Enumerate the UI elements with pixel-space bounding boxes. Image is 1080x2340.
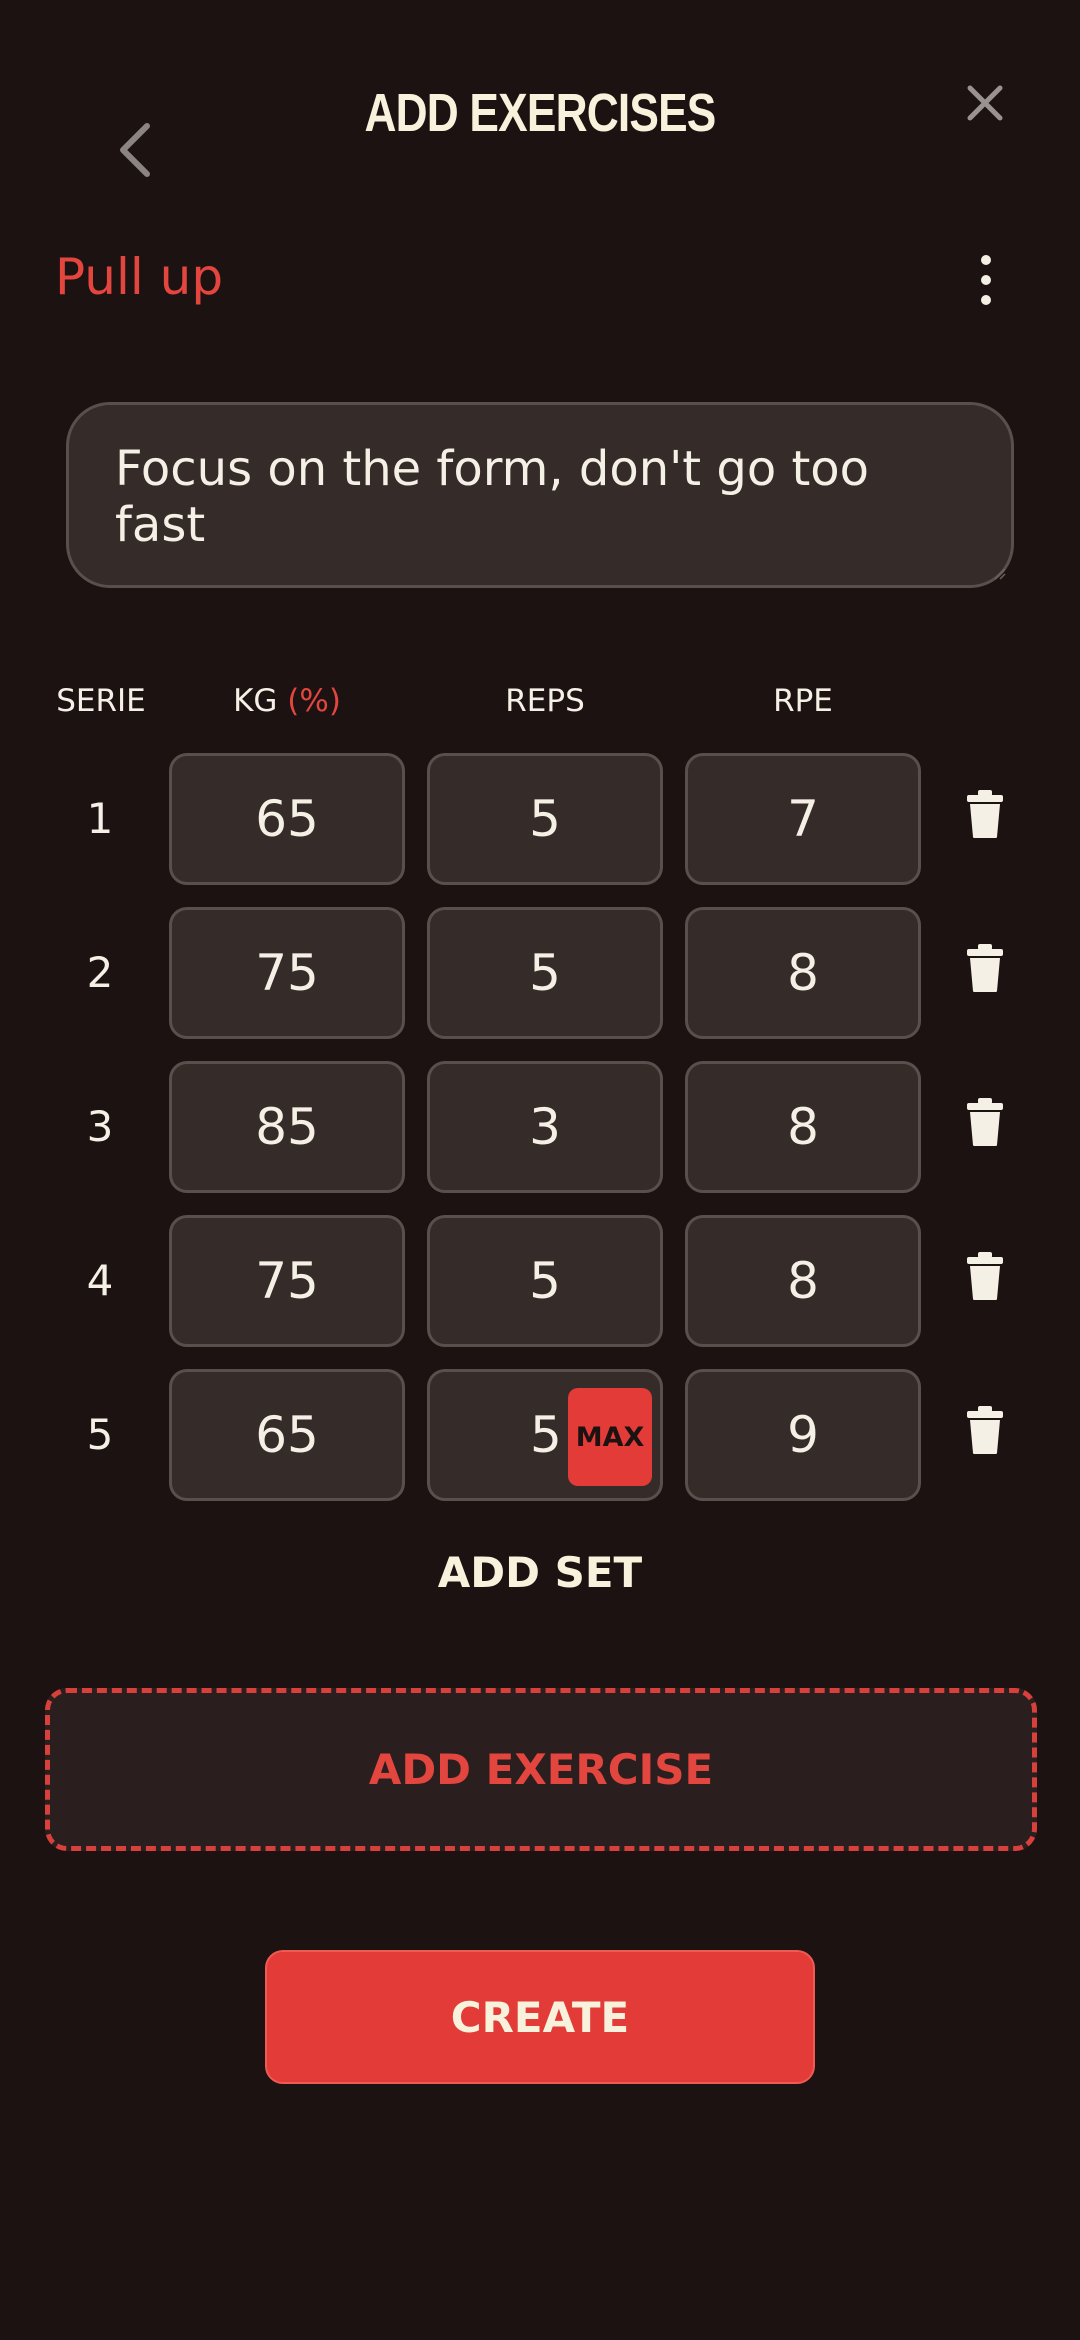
set-number: 1 [86,794,114,843]
set-row: 5 65 5 MAX 9 [0,1369,1080,1501]
more-options-button[interactable] [965,255,1007,305]
rpe-input[interactable]: 8 [685,1061,921,1193]
rpe-input[interactable]: 8 [685,907,921,1039]
reps-value: 5 [530,1406,562,1464]
trash-icon[interactable] [965,1405,1005,1455]
header: ADD EXERCISES [0,0,1080,220]
trash-icon[interactable] [965,789,1005,839]
header-kg: KG (%) [169,683,405,719]
reps-input[interactable]: 5 MAX [427,1369,663,1501]
trash-icon[interactable] [965,1097,1005,1147]
resize-grip-icon[interactable] [993,567,1007,581]
set-number: 3 [86,1102,114,1151]
set-number: 5 [86,1410,114,1459]
kg-input[interactable]: 75 [169,1215,405,1347]
set-row: 3 85 3 8 [0,1061,1080,1193]
close-button[interactable] [960,78,1010,128]
set-number: 2 [86,948,114,997]
reps-input[interactable]: 5 [427,1215,663,1347]
header-reps: REPS [505,683,585,719]
note-text: Focus on the form, don't go too fast [115,441,870,553]
more-dot [981,295,991,305]
close-icon [967,85,1003,121]
trash-icon[interactable] [965,1251,1005,1301]
kg-input[interactable]: 65 [169,1369,405,1501]
set-row: 1 65 5 7 [0,753,1080,885]
header-rpe: RPE [773,683,833,719]
header-serie: SERIE [56,683,146,719]
header-kg-label: KG [233,683,278,719]
rpe-input[interactable]: 8 [685,1215,921,1347]
reps-input[interactable]: 5 [427,753,663,885]
more-dot [981,275,991,285]
kg-input[interactable]: 75 [169,907,405,1039]
create-button[interactable]: CREATE [265,1950,815,2084]
rpe-input[interactable]: 9 [685,1369,921,1501]
trash-icon[interactable] [965,943,1005,993]
page-title: ADD EXERCISES [364,83,716,143]
reps-input[interactable]: 5 [427,907,663,1039]
exercise-name: Pull up [55,248,224,306]
header-kg-percent: (%) [287,683,341,719]
add-set-button[interactable]: ADD SET [0,1548,1080,1597]
rpe-input[interactable]: 7 [685,753,921,885]
kg-input[interactable]: 85 [169,1061,405,1193]
max-badge[interactable]: MAX [568,1388,652,1486]
set-row: 2 75 5 8 [0,907,1080,1039]
exercise-note-field[interactable]: Focus on the form, don't go too fast [66,402,1014,588]
more-vertical-icon [981,255,991,265]
reps-input[interactable]: 3 [427,1061,663,1193]
add-exercise-button[interactable]: ADD EXERCISE [45,1688,1037,1851]
kg-input[interactable]: 65 [169,753,405,885]
set-row: 4 75 5 8 [0,1215,1080,1347]
set-number: 4 [86,1256,114,1305]
